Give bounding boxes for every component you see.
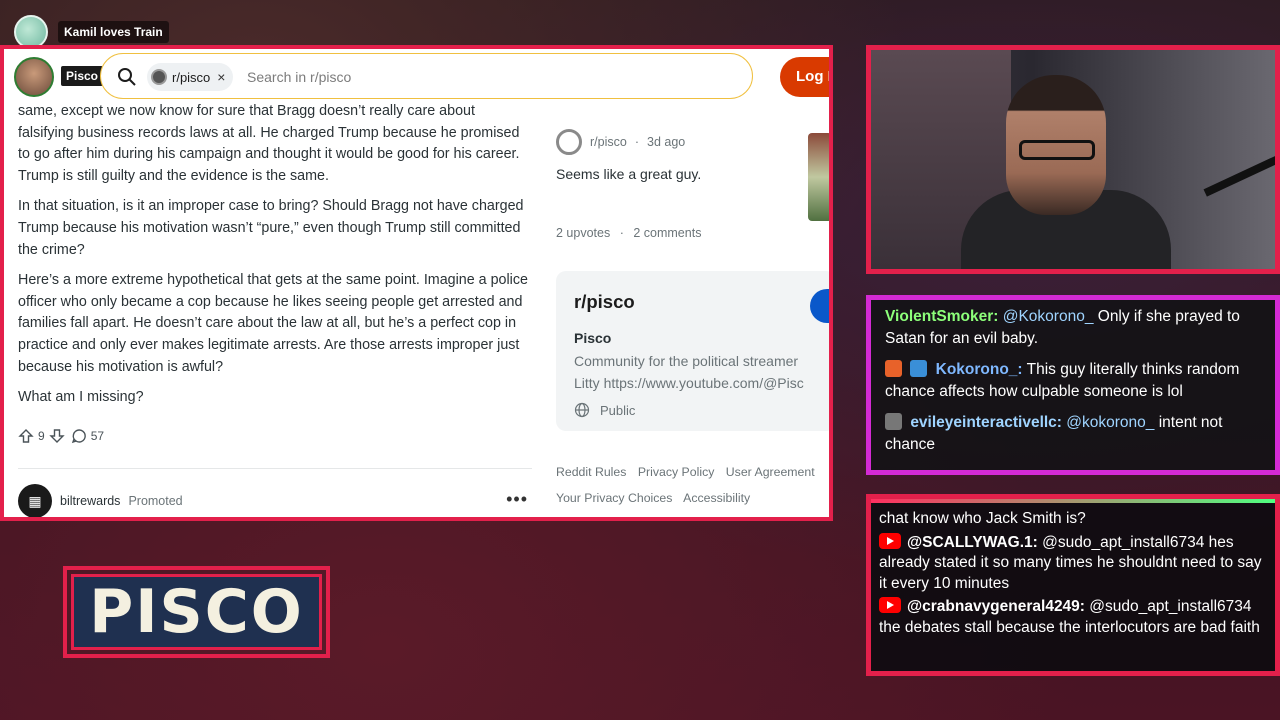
divider	[18, 468, 532, 469]
comment-icon	[71, 429, 86, 444]
visibility-row: Public	[574, 402, 829, 418]
related-post-stats: 2 upvotes · 2 comments	[556, 226, 701, 240]
chat-username: @crabnavygeneral4249:	[907, 598, 1085, 615]
follow-notice: Kamil loves Train	[14, 15, 169, 49]
promo-name[interactable]: biltrewards	[60, 494, 120, 508]
related-time: 3d ago	[647, 135, 686, 149]
chat-mention: @kokorono_	[1066, 414, 1155, 431]
footer-link[interactable]: Privacy Policy	[638, 465, 715, 479]
chat-message: @SCALLYWAG.1: @sudo_apt_install6734 hes …	[879, 532, 1265, 595]
related-post-thumbnail[interactable]	[808, 133, 829, 221]
chat-username: evileyeinteractivellc:	[910, 414, 1062, 431]
upvote-count: 9	[38, 429, 45, 443]
microphone-arm	[1203, 151, 1275, 197]
post-paragraph: In that situation, is it an improper cas…	[18, 198, 524, 258]
promoted-label: Promoted	[128, 494, 183, 508]
chat-username: ViolentSmoker:	[885, 308, 999, 325]
brand-logo-icon: ▦	[18, 484, 52, 517]
footer-links: Reddit Rules Privacy Policy User Agreeme…	[556, 459, 826, 511]
chat-message: evileyeinteractivellc: @kokorono_ intent…	[885, 412, 1265, 456]
youtube-icon	[879, 597, 901, 613]
notice-text: Kamil loves Train	[58, 21, 169, 43]
chip-label: r/pisco	[172, 69, 211, 85]
chat-message: Kokorono_: This guy literally thinks ran…	[885, 359, 1265, 403]
footer-link[interactable]: Your Privacy Choices	[556, 491, 672, 505]
glasses-icon	[1019, 140, 1095, 160]
chat-message: chat know who Jack Smith is?	[879, 510, 1086, 527]
subreddit-card-name: Pisco	[574, 330, 612, 346]
visibility-label: Public	[600, 402, 636, 418]
subreddit-logo-icon	[556, 129, 582, 155]
post-body: same, except we now know for sure that B…	[18, 101, 532, 417]
globe-icon	[574, 402, 590, 418]
subreddit-card-title: r/pisco	[574, 291, 635, 312]
chat-message: ViolentSmoker: @Kokorono_ Only if she pr…	[885, 306, 1265, 350]
channel-tag: Pisco	[61, 66, 104, 86]
related-dot: ·	[634, 135, 639, 149]
footer-link[interactable]: Reddit Rules	[556, 465, 626, 479]
youtube-chat: chat know who Jack Smith is? @SCALLYWAG.…	[866, 494, 1280, 676]
search-input[interactable]	[247, 66, 727, 88]
footer-link[interactable]: User Agreement	[726, 465, 815, 479]
description-line: Community for the political streamer	[574, 353, 799, 369]
comments-button[interactable]: 57	[71, 428, 104, 444]
channel-avatar	[14, 57, 54, 97]
subreddit-description: Community for the political streamer Lit…	[574, 350, 829, 394]
squirtle-avatar-icon	[14, 15, 48, 49]
pisco-logo: PISCO	[63, 566, 330, 658]
search-icon[interactable]	[117, 67, 137, 87]
description-line: Litty https://www.youtube.com/@Pisc	[574, 375, 804, 391]
subreddit-info-card: r/pisco Pisco Community for the politica…	[556, 271, 829, 431]
join-button[interactable]	[810, 289, 829, 323]
comment-count: 57	[90, 429, 105, 443]
youtube-icon	[879, 532, 901, 549]
webcam-feed	[866, 45, 1280, 274]
emote-badge-icon	[885, 360, 902, 377]
footer-link[interactable]: Accessibility	[683, 491, 750, 505]
related-comments: 2 comments	[633, 226, 702, 240]
vote-control: 9	[18, 428, 65, 444]
subreddit-logo-icon	[151, 69, 167, 85]
browser-window: Pisco r/pisco × Log I same, except we no…	[0, 45, 833, 521]
chat-message: @crabnavygeneral4249: @sudo_apt_install6…	[879, 597, 1265, 638]
chat-mention: @Kokorono_	[1002, 308, 1094, 325]
twitch-chat: ViolentSmoker: @Kokorono_ Only if she pr…	[866, 295, 1280, 475]
crown-badge-icon	[910, 360, 928, 377]
post-paragraph: What am I missing?	[18, 388, 144, 405]
close-icon[interactable]: ×	[217, 69, 225, 85]
post-actions: 9 57	[18, 428, 104, 444]
reddit-topbar: Pisco r/pisco × Log I	[4, 49, 829, 105]
more-options-icon[interactable]: •••	[506, 489, 528, 510]
chat-username: Kokorono_:	[935, 361, 1023, 378]
subreddit-filter-chip[interactable]: r/pisco ×	[147, 63, 234, 91]
related-post-header: r/pisco · 3d ago	[556, 129, 826, 155]
logo-plate: PISCO	[71, 574, 322, 650]
logo-text: PISCO	[89, 577, 304, 647]
related-upvotes: 2 upvotes	[556, 226, 611, 240]
related-stats-dot: ·	[619, 226, 624, 240]
post-paragraph: same, except we now know for sure that B…	[18, 103, 520, 185]
chat-username: @SCALLYWAG.1:	[907, 533, 1038, 551]
related-subreddit[interactable]: r/pisco	[590, 135, 627, 149]
post-paragraph: Here’s a more extreme hypothetical that …	[18, 271, 528, 375]
search-bar[interactable]: r/pisco ×	[100, 53, 753, 99]
promoted-post[interactable]: ▦ biltrewards Promoted •••	[18, 481, 532, 517]
upvote-icon[interactable]	[18, 428, 34, 444]
related-post[interactable]: r/pisco · 3d ago Seems like a great guy.…	[556, 129, 826, 240]
chat-accent-bar	[871, 499, 1275, 503]
downvote-icon[interactable]	[48, 428, 65, 444]
login-button[interactable]: Log I	[780, 57, 829, 97]
related-post-title[interactable]: Seems like a great guy.	[556, 166, 826, 182]
user-badge-icon	[885, 413, 902, 430]
